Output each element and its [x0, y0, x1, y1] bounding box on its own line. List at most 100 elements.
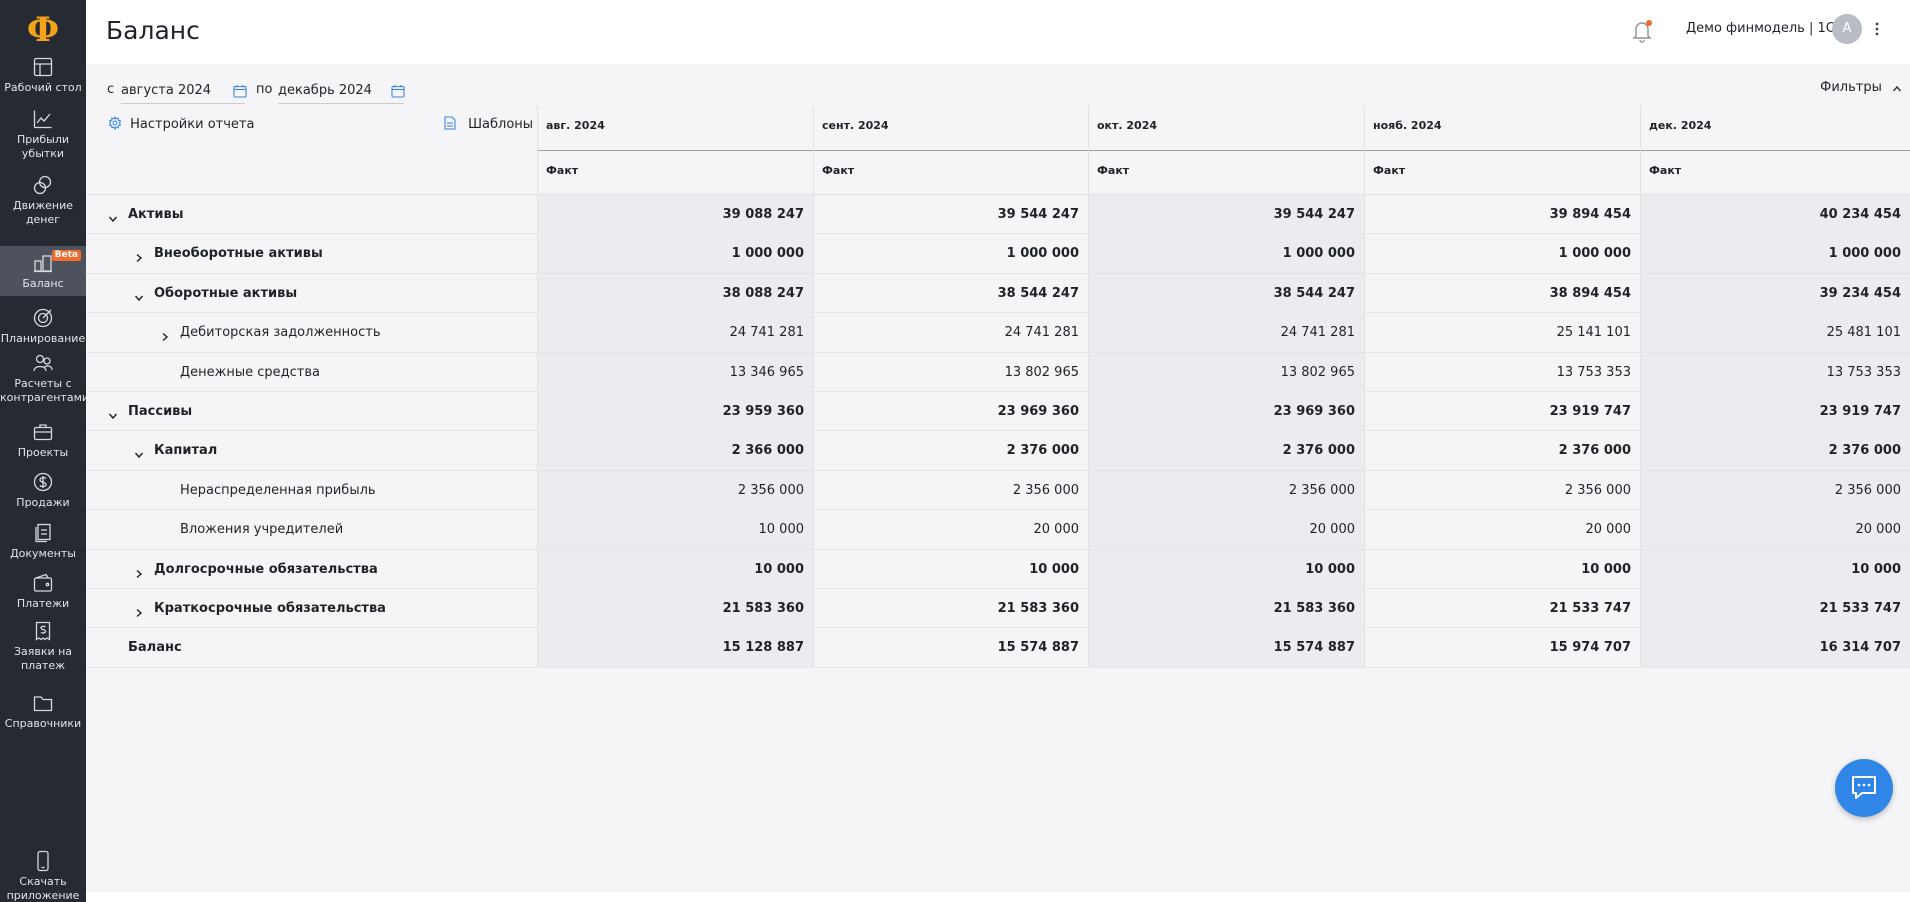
sidebar-item-balance[interactable]: Баланс Beta — [0, 246, 86, 296]
chevron-right-icon[interactable] — [134, 603, 144, 617]
date-to-input[interactable]: декабрь 2024 — [278, 78, 404, 104]
table-row: Краткосрочные обязательства 21 583 360 21 … — [86, 588, 1910, 629]
sidebar-item-references[interactable]: Справочники — [0, 692, 86, 731]
main-content: с августа 2024 по декабрь 2024 Фильтры Н… — [86, 64, 1910, 892]
sidebar: Ф Рабочий стол Прибыли убытки Движение ден… — [0, 0, 90, 902]
sidebar-item-cashflow[interactable]: Движение денег — [0, 174, 86, 227]
value-cell: 15 574 887 — [1088, 628, 1364, 668]
sidebar-item-projects[interactable]: Проекты — [0, 421, 86, 460]
sidebar-item-counterparties[interactable]: Расчеты с контрагентами — [0, 352, 90, 405]
value-cell: 13 753 353 — [1640, 352, 1910, 392]
value-cell: 39 544 247 — [813, 195, 1088, 234]
value-cell: 1 000 000 — [1364, 234, 1640, 274]
value-cell: 20 000 — [1088, 510, 1364, 550]
value-cell: 23 969 360 — [1088, 391, 1364, 431]
value-cell: 38 544 247 — [1088, 273, 1364, 313]
report-settings-button[interactable]: Настройки отчета — [108, 115, 254, 133]
header-divider — [814, 150, 1088, 151]
column-subheader: Факт — [1649, 164, 1682, 177]
chevron-down-icon[interactable] — [134, 445, 144, 459]
value-cell: 2 356 000 — [813, 470, 1088, 510]
column-header: нояб. 2024 Факт — [1364, 106, 1640, 194]
row-label: Вложения учредителей — [180, 522, 344, 538]
table-row: Внеоборотные активы 1 000 000 1 000 000 1 0… — [86, 234, 1910, 274]
chevron-down-icon[interactable] — [134, 288, 144, 301]
chevron-down-icon[interactable] — [108, 209, 118, 223]
date-from-value: августа 2024 — [121, 83, 212, 98]
sidebar-item-label: Справочники — [4, 717, 82, 730]
sidebar-item-planning[interactable]: Планирование — [0, 307, 86, 346]
date-from-input[interactable]: августа 2024 — [121, 78, 245, 104]
beta-badge: Beta — [51, 250, 81, 261]
column-month: сент. 2024 — [822, 119, 889, 132]
value-cell: 23 919 747 — [1640, 391, 1910, 431]
sidebar-item-label: Продажи — [16, 496, 70, 509]
column-subheader: Факт — [822, 164, 855, 177]
value-cell: 10 000 — [1364, 549, 1640, 589]
dashboard-icon — [32, 56, 54, 78]
sidebar-item-sales[interactable]: Продажи — [0, 471, 86, 510]
chevron-right-icon[interactable] — [160, 327, 170, 342]
row-label: Внеоборотные активы — [154, 246, 323, 262]
value-cell: 2 376 000 — [1640, 431, 1910, 471]
calendar-icon[interactable] — [233, 84, 247, 98]
value-cell: 39 234 454 — [1640, 273, 1910, 313]
chart-icon — [32, 108, 54, 130]
sidebar-item-label: Баланс — [22, 277, 64, 290]
value-cell: 1 000 000 — [1640, 234, 1910, 274]
chevron-down-icon[interactable] — [108, 406, 118, 420]
sidebar-item-dashboard[interactable]: Рабочий стол — [0, 56, 86, 95]
account-name[interactable]: Демо финмодель | 1С — [1686, 20, 1835, 38]
table-header-left: Настройки отчета Шаблоны — [86, 106, 537, 194]
row-label: Денежные средства — [180, 364, 320, 380]
value-cell: 39 894 454 — [1364, 195, 1640, 234]
avatar[interactable]: А — [1832, 14, 1862, 44]
table-row: Долгосрочные обязательства 10 000 10 000 10… — [86, 549, 1910, 589]
sidebar-item-documents[interactable]: Документы — [0, 522, 86, 561]
value-cell: 38 894 454 — [1364, 273, 1640, 313]
sidebar-item-label: Прибыли убытки — [16, 133, 70, 160]
chevron-right-icon[interactable] — [134, 564, 144, 578]
footer-strip — [86, 892, 1910, 902]
header-divider — [538, 150, 813, 151]
value-cell: 23 969 360 — [813, 391, 1088, 431]
sidebar-item-label: Документы — [10, 547, 76, 560]
table-row: Дебиторская задолженность 24 741 281 24 74… — [86, 313, 1910, 353]
value-cell: 16 314 707 — [1640, 628, 1910, 668]
value-cell: 20 000 — [813, 510, 1088, 550]
value-cell: 40 234 454 — [1640, 195, 1910, 234]
value-cell: 2 376 000 — [813, 431, 1088, 471]
chat-button[interactable] — [1835, 759, 1893, 817]
value-cell: 13 753 353 — [1364, 352, 1640, 392]
templates-label: Шаблоны — [468, 117, 534, 132]
chevron-up-icon — [1892, 83, 1902, 93]
table-row: Пассивы 23 959 360 23 969 360 23 969 360 23 … — [86, 391, 1910, 432]
sidebar-item-label: Расчеты с контрагентами — [0, 377, 90, 404]
date-to-value: декабрь 2024 — [278, 83, 372, 98]
notifications-bell-icon[interactable] — [1630, 18, 1654, 44]
sidebar-item-requests[interactable]: Заявки на платеж — [0, 620, 86, 673]
app-logo[interactable]: Ф — [0, 12, 86, 48]
sidebar-item-payments[interactable]: Платежи — [0, 572, 86, 611]
briefcase-icon — [32, 421, 54, 443]
sidebar-item-download-app[interactable]: Скачать приложение — [0, 850, 86, 902]
table-row: Вложения учредителей 10 000 20 000 20 000 20… — [86, 510, 1910, 550]
column-header: дек. 2024 Факт — [1640, 106, 1910, 194]
row-label: Дебиторская задолженность — [180, 325, 381, 341]
filters-toggle[interactable]: Фильтры — [1820, 80, 1902, 96]
templates-button[interactable]: Шаблоны — [444, 116, 533, 133]
row-label: Активы — [128, 207, 184, 222]
filters-label: Фильтры — [1820, 80, 1882, 95]
value-cell: 39 544 247 — [1088, 195, 1364, 234]
table-row: Оборотные активы 38 088 247 38 544 247 38 5… — [86, 273, 1910, 314]
chevron-right-icon[interactable] — [134, 248, 144, 263]
handshake-icon — [32, 352, 54, 374]
calendar-icon[interactable] — [391, 84, 405, 98]
value-cell: 21 583 360 — [537, 588, 813, 628]
column-month: нояб. 2024 — [1373, 119, 1442, 132]
value-cell: 39 088 247 — [537, 195, 813, 234]
row-label: Долгосрочные обязательства — [154, 561, 378, 577]
sidebar-item-pnl[interactable]: Прибыли убытки — [0, 108, 86, 161]
more-menu-icon[interactable] — [1872, 18, 1882, 40]
sidebar-item-label: Рабочий стол — [4, 81, 82, 94]
